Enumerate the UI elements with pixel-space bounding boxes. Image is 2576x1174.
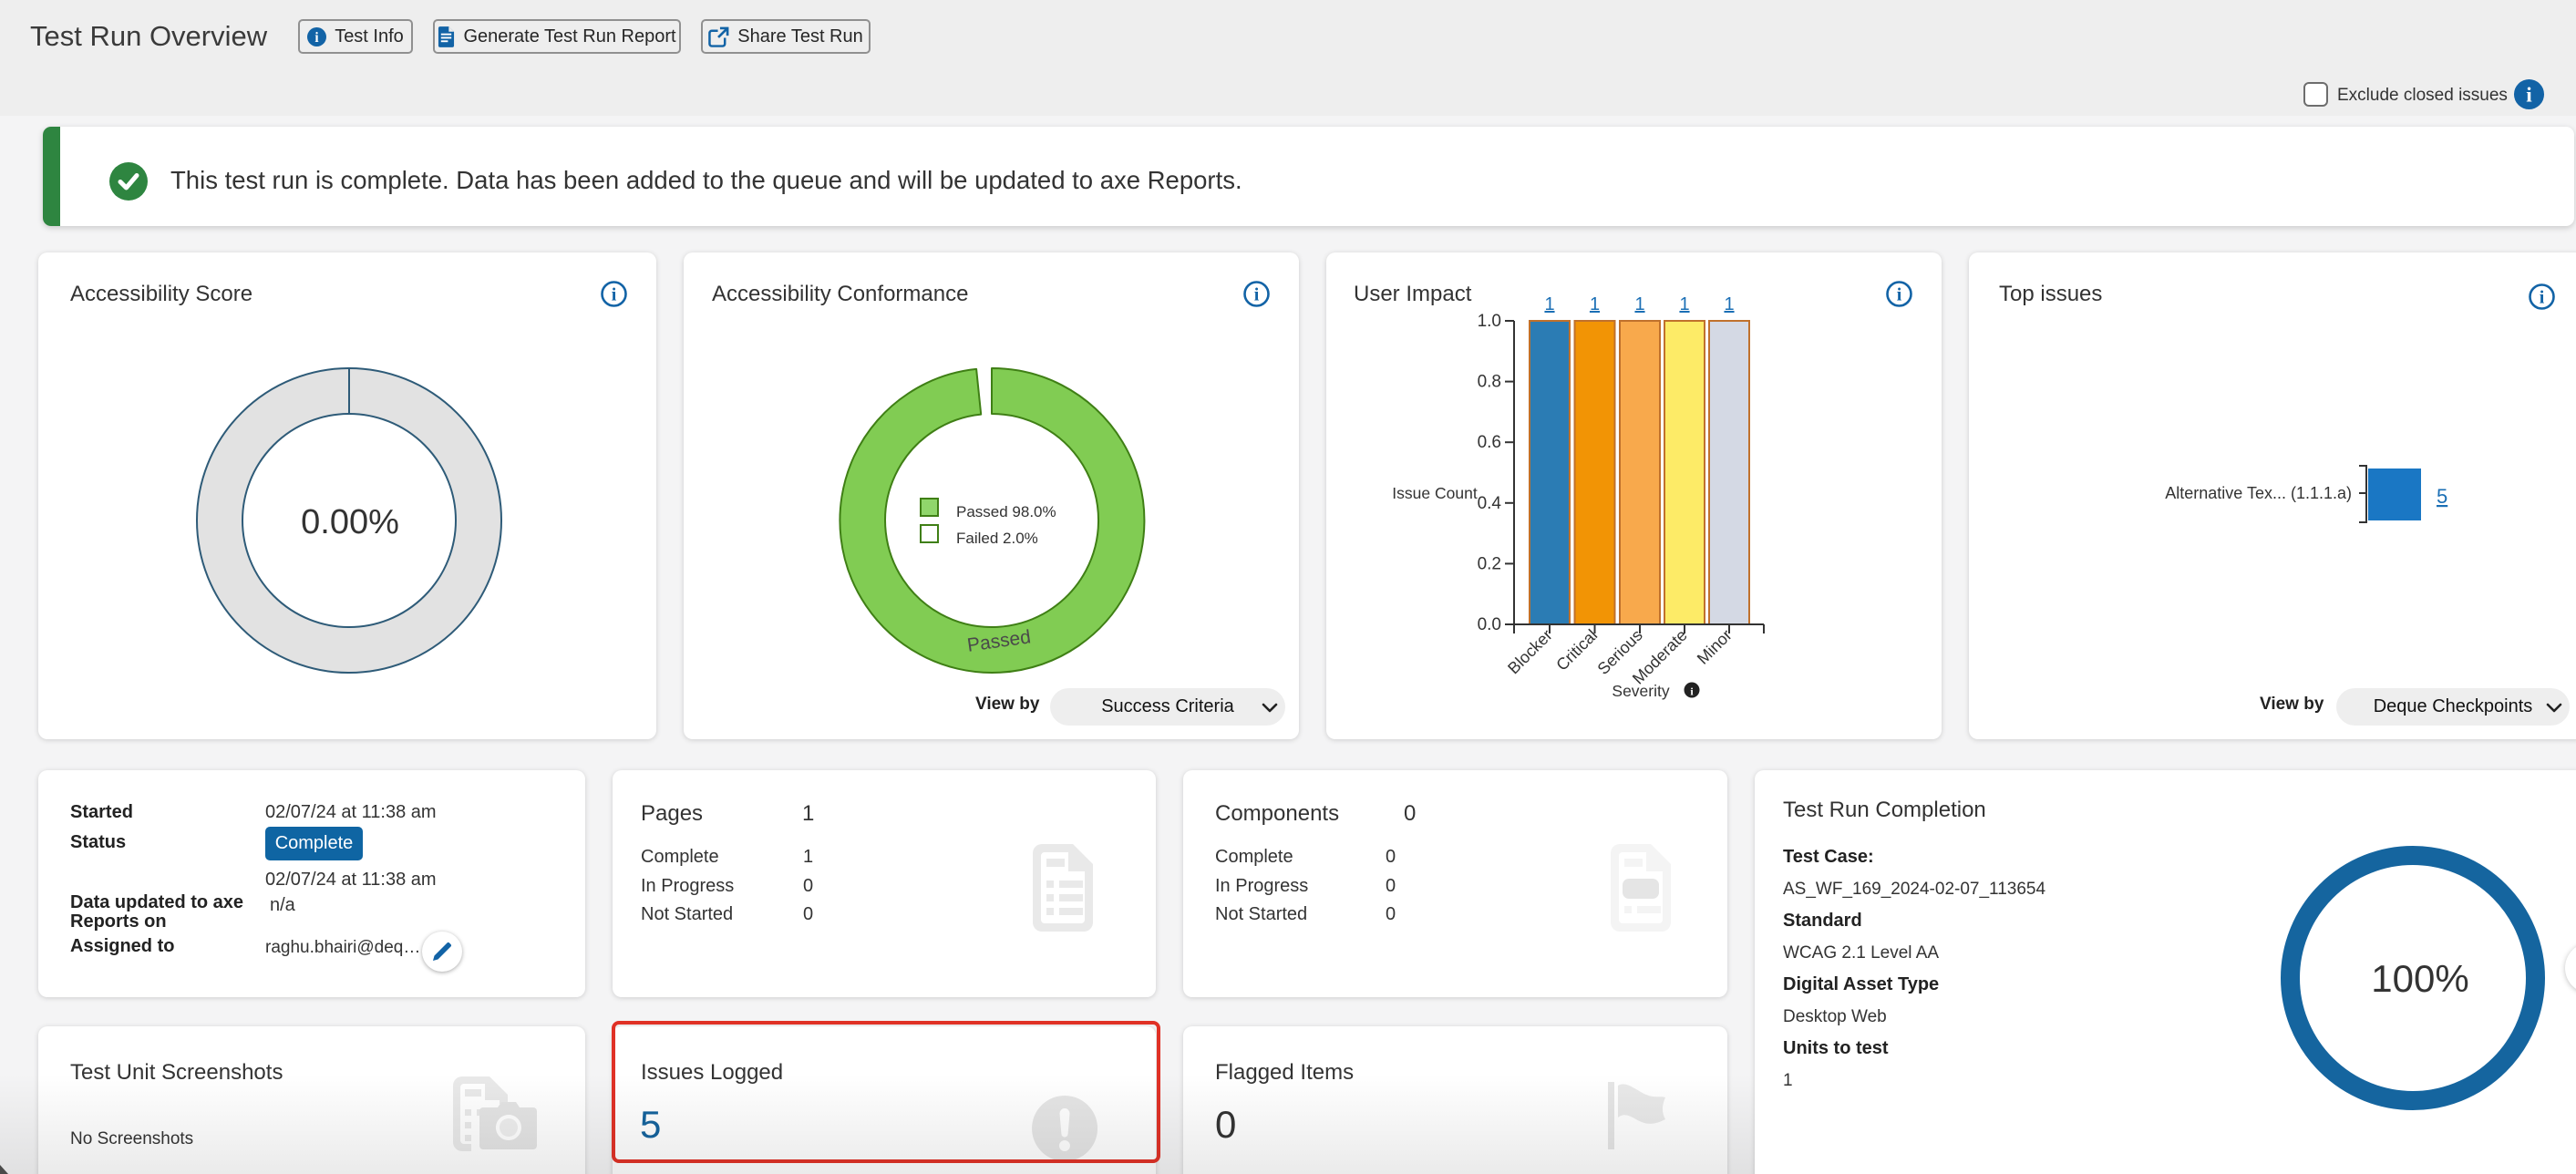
svg-text:Severity: Severity bbox=[1612, 682, 1669, 700]
svg-text:0.2: 0.2 bbox=[1478, 554, 1501, 573]
svg-text:Passed 98.0%: Passed 98.0% bbox=[956, 503, 1056, 520]
svg-text:i: i bbox=[315, 29, 320, 45]
svg-text:0.8: 0.8 bbox=[1478, 373, 1501, 392]
svg-text:0.6: 0.6 bbox=[1478, 433, 1501, 452]
svg-text:1: 1 bbox=[1590, 294, 1600, 314]
svg-text:Blocker: Blocker bbox=[1504, 626, 1556, 678]
svg-text:100%: 100% bbox=[2371, 957, 2468, 1000]
svg-text:1: 1 bbox=[1544, 294, 1554, 314]
svg-text:i: i bbox=[2526, 83, 2532, 107]
svg-text:1: 1 bbox=[1724, 294, 1734, 314]
svg-text:1.0: 1.0 bbox=[1478, 312, 1501, 331]
svg-text:0.4: 0.4 bbox=[1478, 494, 1502, 513]
svg-text:0.00%: 0.00% bbox=[301, 503, 399, 541]
svg-text:Failed 2.0%: Failed 2.0% bbox=[956, 530, 1038, 547]
svg-text:1: 1 bbox=[1679, 294, 1689, 314]
svg-text:0.0: 0.0 bbox=[1478, 615, 1501, 634]
svg-text:5: 5 bbox=[2437, 485, 2447, 508]
svg-text:Issue Count: Issue Count bbox=[1392, 484, 1478, 502]
svg-text:Critical: Critical bbox=[1552, 626, 1601, 675]
svg-text:1: 1 bbox=[1634, 294, 1644, 314]
svg-text:Alternative Tex... (1.1.1.a): Alternative Tex... (1.1.1.a) bbox=[2165, 484, 2352, 502]
